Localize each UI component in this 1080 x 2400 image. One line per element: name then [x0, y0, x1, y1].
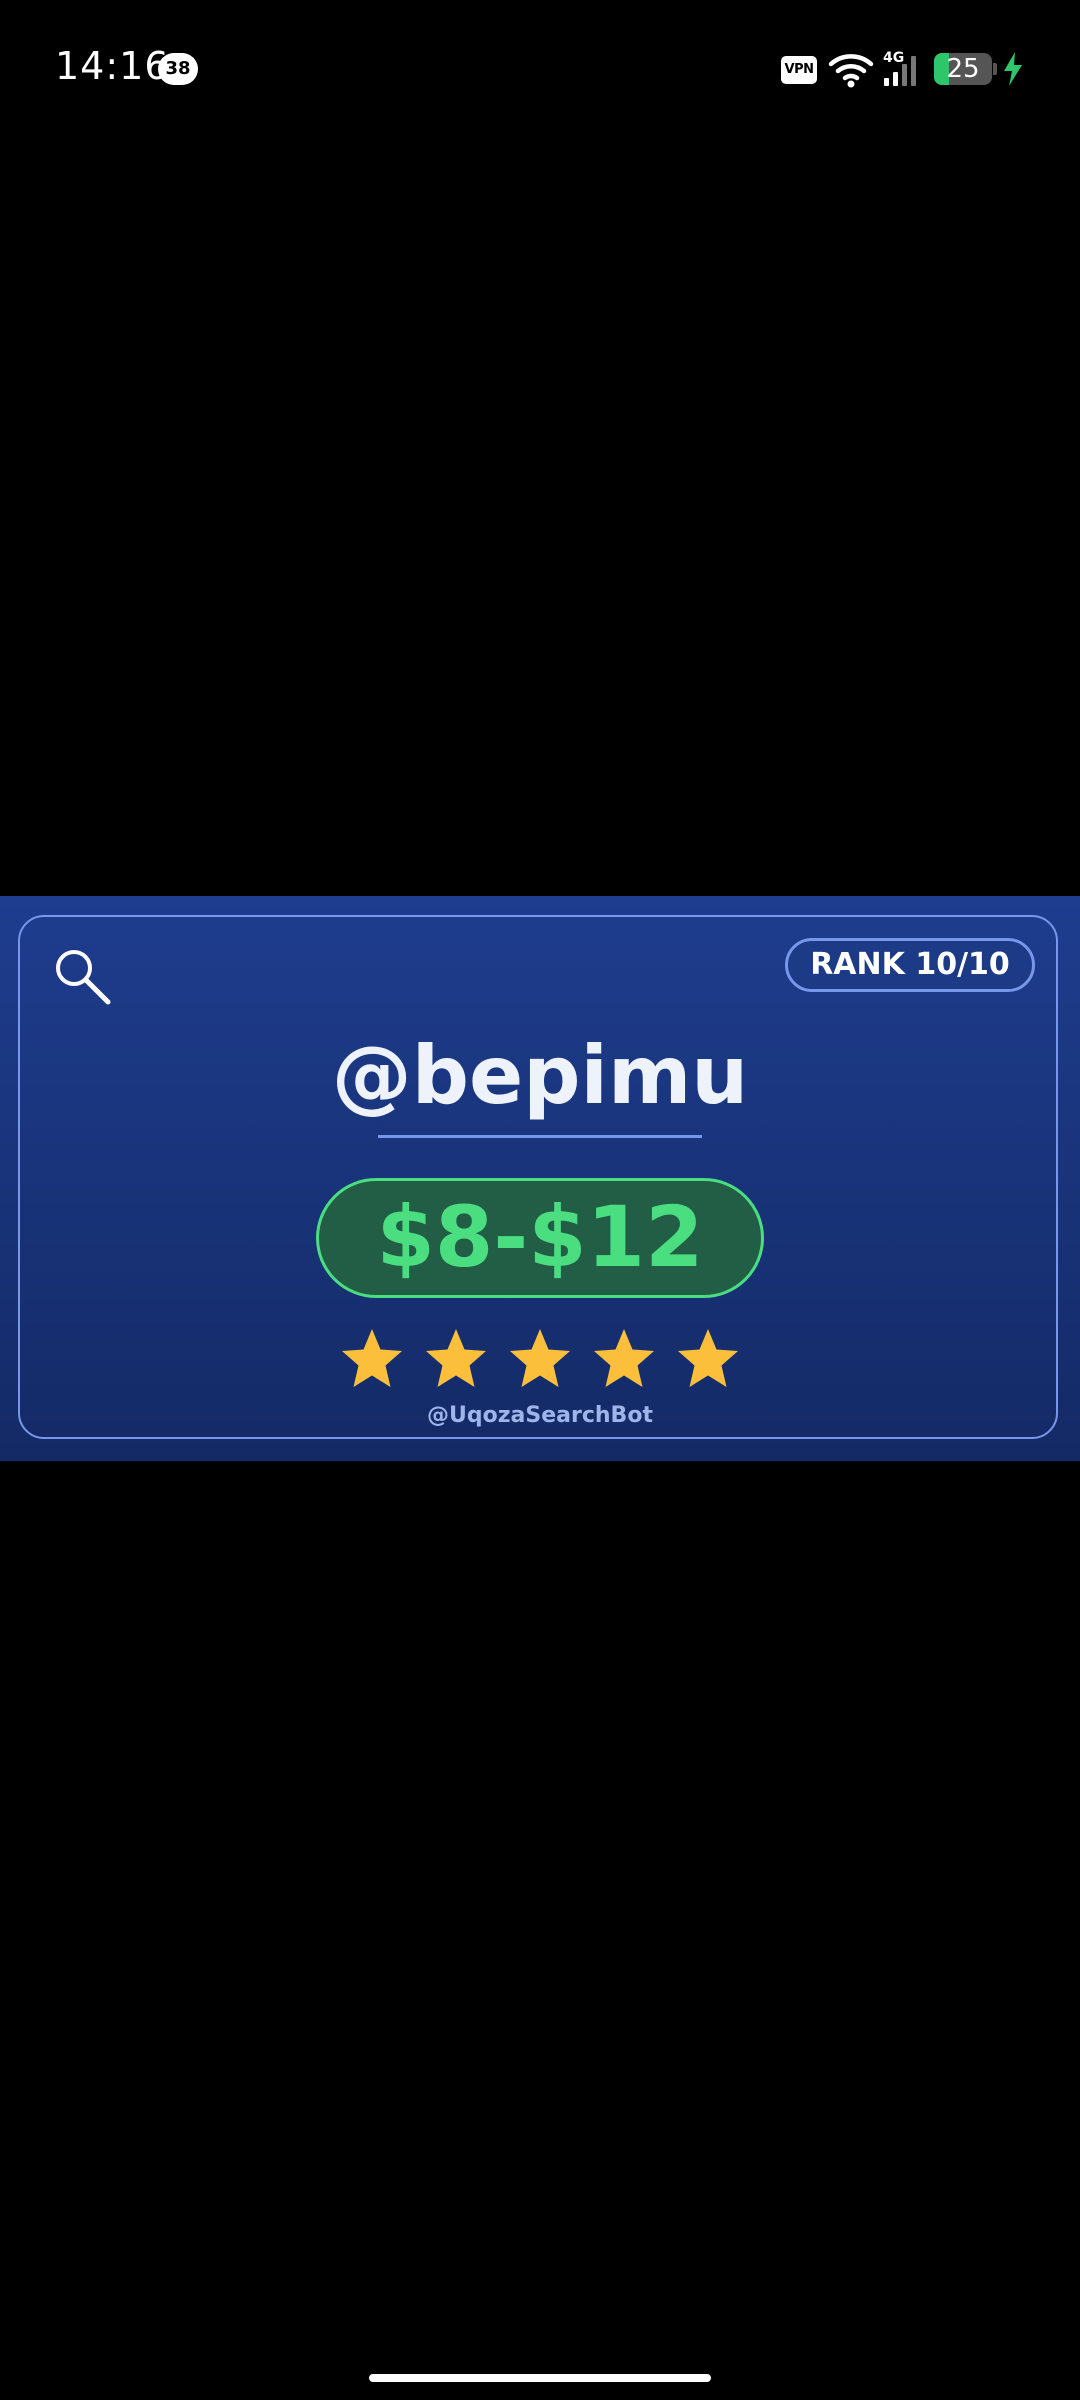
notification-count-badge: 38	[158, 53, 198, 85]
star-icon	[678, 1329, 738, 1387]
price-range-badge: $8-$12	[316, 1178, 764, 1298]
battery-cap	[993, 63, 997, 75]
search-icon	[56, 950, 111, 1005]
home-indicator[interactable]	[369, 2374, 711, 2382]
wifi-icon	[828, 54, 874, 88]
signal-icon	[884, 56, 916, 86]
rating-stars	[0, 1326, 1080, 1390]
star-icon	[342, 1329, 402, 1387]
star-icon	[510, 1329, 570, 1387]
vpn-icon: VPN	[781, 56, 817, 84]
rank-badge: RANK 10/10	[785, 938, 1035, 992]
battery-icon: 25	[934, 53, 992, 85]
star-icon	[594, 1329, 654, 1387]
status-time: 14:16	[55, 44, 170, 88]
bot-handle: @UqozaSearchBot	[427, 1403, 653, 1428]
charging-bolt-icon	[1004, 52, 1022, 86]
username-title: @bepimu	[331, 1029, 749, 1122]
status-bar: 14:16 38 VPN 4G 25	[0, 0, 1080, 140]
battery-level-text: 25	[946, 54, 980, 84]
title-divider	[378, 1135, 702, 1138]
star-icon	[426, 1329, 486, 1387]
